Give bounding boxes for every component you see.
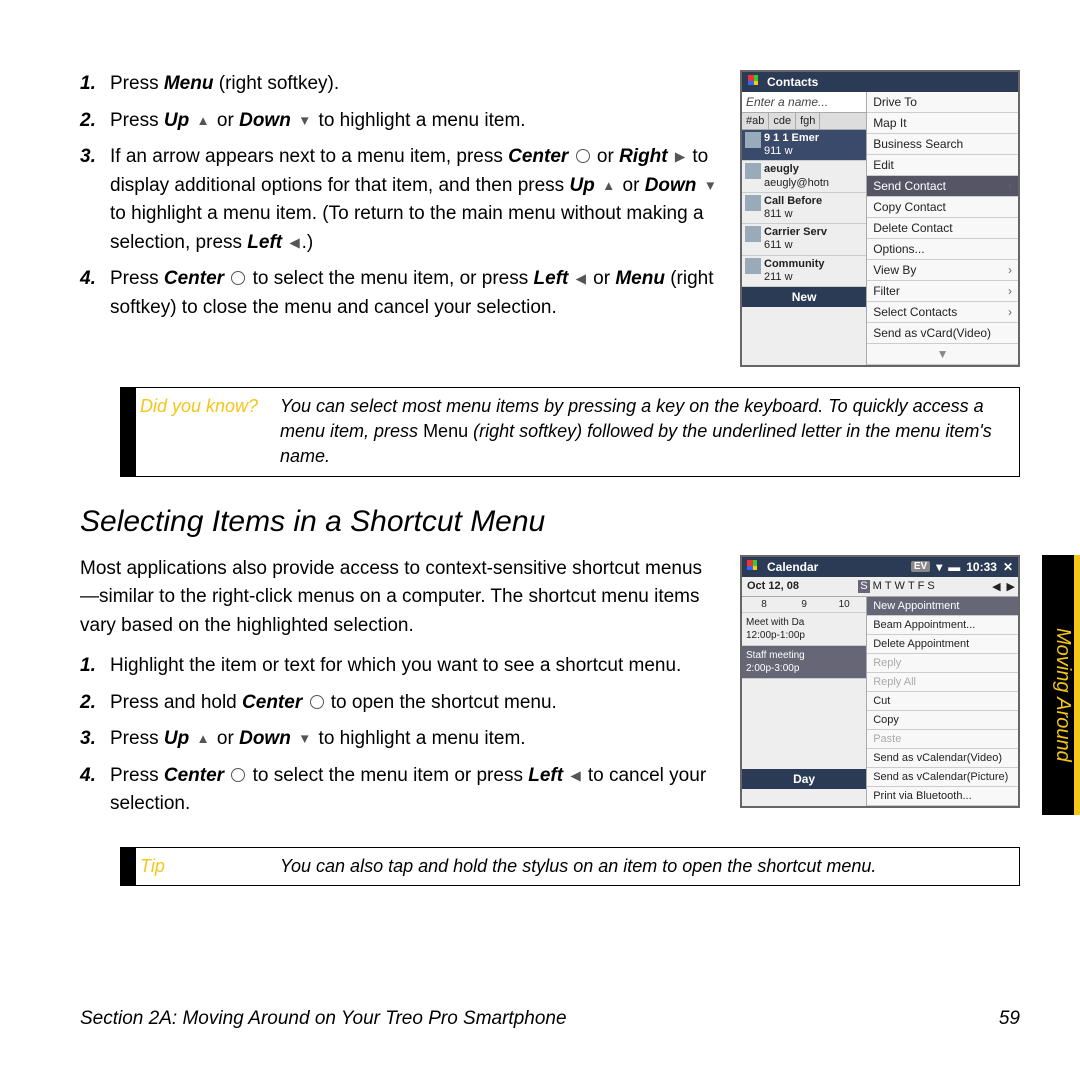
calendar-day-picker[interactable]: SMTWTFS — [804, 577, 989, 596]
callout-label: Tip — [136, 854, 280, 879]
menu-item[interactable]: Delete Contact — [867, 218, 1018, 239]
contacts-entry[interactable]: 9 1 1 Emer911 w — [742, 130, 866, 161]
menu-item[interactable]: Copy — [867, 711, 1018, 730]
contacts-new-button[interactable]: New — [742, 287, 866, 307]
calendar-next-icon[interactable]: ▶ — [1004, 577, 1018, 596]
steps-list-2: 1.Highlight the item or text for which y… — [80, 652, 720, 819]
calendar-title: Calendar — [767, 560, 818, 574]
menu-item[interactable]: Drive To — [867, 92, 1018, 113]
calendar-day-button[interactable]: Day — [742, 769, 866, 789]
battery-icon: ▬ — [948, 560, 960, 574]
contacts-context-menu[interactable]: Drive ToMap ItBusiness SearchEditSend Co… — [867, 92, 1018, 344]
menu-item[interactable]: Map It — [867, 113, 1018, 134]
menu-item[interactable]: Send as vCalendar(Video) — [867, 749, 1018, 768]
calendar-date: Oct 12, 08 — [742, 577, 804, 596]
windows-icon — [747, 560, 761, 574]
contacts-entry[interactable]: Call Before811 w — [742, 193, 866, 224]
clock-time: 10:33 — [966, 560, 997, 574]
menu-item[interactable]: Paste — [867, 730, 1018, 749]
menu-item[interactable]: Send as vCard(Video) — [867, 323, 1018, 344]
callout-body: You can select most menu items by pressi… — [280, 394, 1009, 470]
calendar-appointment[interactable]: Meet with Da12:00p-1:00p — [742, 613, 866, 646]
callout-label: Did you know? — [136, 394, 280, 470]
signal-indicator-icon: EV — [911, 561, 930, 572]
menu-item[interactable]: View By — [867, 260, 1018, 281]
menu-item[interactable]: Select Contacts — [867, 302, 1018, 323]
menu-item[interactable]: Send as vCalendar(Picture) — [867, 768, 1018, 787]
menu-item[interactable]: Business Search — [867, 134, 1018, 155]
contacts-entry[interactable]: Community211 w — [742, 256, 866, 287]
calendar-screenshot: Calendar EV ▾ ▬ 10:33 ✕ Oct 12, 08 SMTWT… — [740, 555, 1020, 808]
menu-item[interactable]: Reply All — [867, 673, 1018, 692]
page-number: 59 — [999, 1008, 1020, 1030]
contacts-entry[interactable]: Carrier Serv611 w — [742, 224, 866, 255]
contacts-entry[interactable]: aeuglyaeugly@hotn — [742, 161, 866, 192]
intro-paragraph: Most applications also provide access to… — [80, 555, 720, 641]
menu-item[interactable]: Send Contact — [867, 176, 1018, 197]
contacts-alpha-tabs[interactable]: #abcdefgh — [742, 113, 866, 130]
menu-scroll-down-icon[interactable]: ▼ — [867, 344, 1018, 365]
menu-item[interactable]: Cut — [867, 692, 1018, 711]
menu-item[interactable]: Edit — [867, 155, 1018, 176]
menu-item[interactable]: New Appointment — [867, 597, 1018, 616]
side-tab: Moving Around — [1042, 555, 1080, 815]
tip-callout: Tip You can also tap and hold the stylus… — [120, 847, 1020, 886]
callout-body: You can also tap and hold the stylus on … — [280, 854, 1009, 879]
menu-item[interactable]: Filter — [867, 281, 1018, 302]
menu-item[interactable]: Copy Contact — [867, 197, 1018, 218]
menu-item[interactable]: Beam Appointment... — [867, 616, 1018, 635]
windows-icon — [748, 75, 762, 89]
menu-item[interactable]: Delete Appointment — [867, 635, 1018, 654]
section-heading: Selecting Items in a Shortcut Menu — [80, 505, 1020, 539]
calendar-prev-icon[interactable]: ◀ — [989, 577, 1003, 596]
menu-item[interactable]: Options... — [867, 239, 1018, 260]
menu-item[interactable]: Print via Bluetooth... — [867, 787, 1018, 806]
calendar-appointment[interactable]: Staff meeting2:00p-3:00p — [742, 646, 866, 679]
footer-section: Section 2A: Moving Around on Your Treo P… — [80, 1008, 567, 1030]
contacts-name-input[interactable]: Enter a name... — [742, 92, 866, 113]
calendar-context-menu[interactable]: New AppointmentBeam Appointment...Delete… — [867, 597, 1018, 806]
calendar-hours-row: 8910 — [742, 597, 866, 613]
contacts-screenshot: Contacts Enter a name... #abcdefgh 9 1 1… — [740, 70, 1020, 367]
close-icon[interactable]: ✕ — [1003, 560, 1013, 574]
menu-item[interactable]: Reply — [867, 654, 1018, 673]
contacts-title: Contacts — [767, 75, 818, 89]
antenna-icon: ▾ — [936, 560, 942, 574]
steps-list-1: 1.Press Menu (right softkey).2.Press Up … — [80, 70, 720, 322]
did-you-know-callout: Did you know? You can select most menu i… — [120, 387, 1020, 477]
page-footer: Section 2A: Moving Around on Your Treo P… — [80, 1008, 1020, 1030]
